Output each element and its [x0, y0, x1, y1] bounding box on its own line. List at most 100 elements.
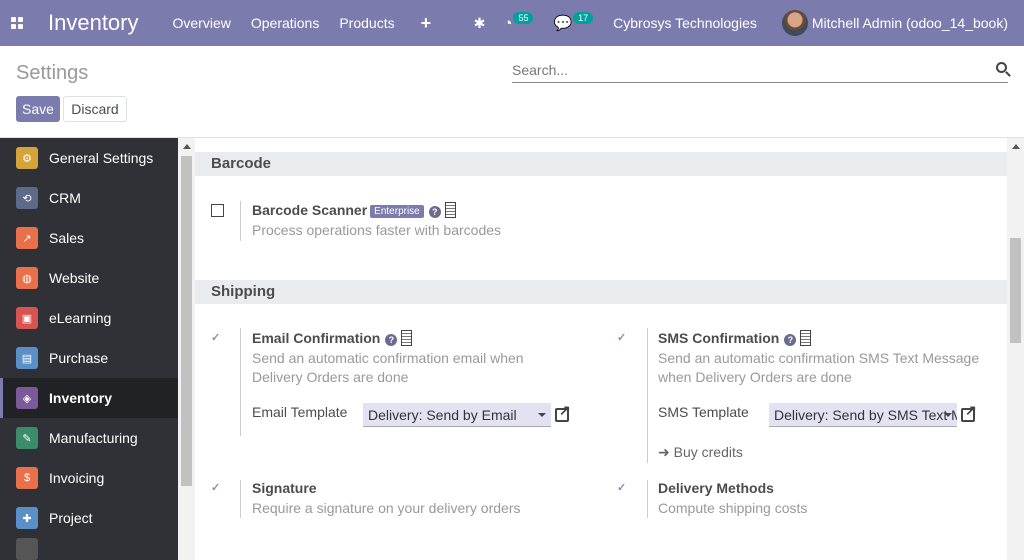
sms-template-select[interactable]: Delivery: Send by SMS Text M [769, 403, 957, 427]
barcode-scanner-checkbox[interactable] [211, 204, 224, 217]
divider [647, 480, 648, 518]
email-template-select[interactable]: Delivery: Send by Email [363, 403, 551, 427]
top-navbar: Inventory Overview Operations Products +… [0, 0, 1024, 46]
signature-description: Require a signature on your delivery ord… [252, 500, 521, 516]
help-icon[interactable]: ? [428, 206, 441, 218]
barcode-scanner-description: Process operations faster with barcodes [252, 222, 502, 238]
search-input[interactable] [512, 59, 982, 81]
sidebar-item-label: Sales [49, 230, 85, 246]
scrollbar-thumb[interactable] [1010, 238, 1021, 343]
email-confirmation-checkbox[interactable]: ✓ [211, 333, 222, 344]
discard-button[interactable]: Discard [63, 96, 127, 122]
page-title: Settings [16, 62, 89, 84]
sidebar-item-label: Project [49, 510, 93, 526]
menu-overview[interactable]: Overview [173, 15, 231, 31]
sidebar-item-purchase[interactable]: ▤ Purchase [0, 338, 178, 378]
email-confirmation-title: Email Confirmation? [252, 330, 413, 346]
user-menu[interactable]: Mitchell Admin (odoo_14_book) [781, 10, 1008, 36]
sidebar-item-inventory[interactable]: ◈ Inventory [0, 378, 178, 418]
sms-confirmation-description: Send an automatic confirmation SMS Text … [658, 350, 980, 385]
sidebar-item-project[interactable]: ✚ Project [0, 498, 178, 538]
app-title[interactable]: Inventory [48, 10, 139, 36]
wrench-icon: ✎ [16, 427, 38, 449]
signature-checkbox[interactable]: ✓ [211, 483, 222, 494]
divider [240, 201, 241, 241]
email-template-label: Email Template [252, 404, 348, 420]
inventory-icon: ◈ [16, 387, 38, 409]
divider [240, 480, 241, 518]
sidebar-item-label: Manufacturing [49, 430, 138, 446]
sidebar-item-label: Purchase [49, 350, 109, 366]
activity-menu[interactable]: ◔ 55 [503, 12, 534, 32]
sidebar-item-label: CRM [49, 190, 81, 206]
sidebar-item-crm[interactable]: ⟲ CRM [0, 178, 178, 218]
clock-icon: ◔ [503, 14, 513, 32]
purchase-icon: ▤ [16, 347, 38, 369]
save-button[interactable]: Save [16, 96, 60, 122]
barcode-scanner-label: Barcode Scanner [252, 202, 368, 218]
sidebar-item-label: General Settings [49, 150, 154, 166]
control-panel: Settings Save Discard [0, 46, 1024, 138]
settings-sidebar: ⚙ General Settings ⟲ CRM ↗ Sales ◍ Website ▣ eLea… [0, 138, 178, 560]
chat-icon: 💬 [553, 15, 573, 32]
sms-template-label: SMS Template [658, 404, 749, 420]
scroll-up-arrow-icon[interactable] [1012, 144, 1020, 149]
company-switcher[interactable]: Cybrosys Technologies [613, 15, 757, 31]
delivery-methods-title: Delivery Methods [658, 480, 774, 496]
app-icon [16, 538, 38, 560]
sidebar-item-elearning[interactable]: ▣ eLearning [0, 298, 178, 338]
plus-icon[interactable]: + [421, 13, 432, 34]
signature-title: Signature [252, 480, 317, 496]
sidebar-item-partial[interactable] [0, 538, 178, 560]
company-building-icon [401, 330, 413, 346]
sidebar-item-label: Website [49, 270, 100, 286]
apps-menu-icon[interactable] [1, 0, 33, 46]
divider [647, 328, 648, 463]
sidebar-item-label: Invoicing [49, 470, 105, 486]
elearning-icon: ▣ [16, 307, 38, 329]
help-icon[interactable]: ? [784, 334, 797, 346]
globe-icon: ◍ [16, 267, 38, 289]
external-link-icon[interactable] [961, 402, 977, 422]
divider [240, 328, 241, 436]
sidebar-item-general-settings[interactable]: ⚙ General Settings [0, 138, 178, 178]
messaging-menu[interactable]: 💬 17 [553, 12, 594, 32]
sms-confirmation-checkbox[interactable]: ✓ [617, 333, 628, 344]
main-menu: Overview Operations Products + [173, 13, 452, 34]
search-bar [512, 59, 1008, 83]
enterprise-badge: Enterprise [370, 205, 424, 218]
delivery-methods-description: Compute shipping costs [658, 500, 808, 516]
chart-icon: ↗ [16, 227, 38, 249]
invoice-icon: $ [16, 467, 38, 489]
settings-content: Barcode Barcode Scanner Enterprise? Proce… [195, 138, 1007, 560]
email-confirmation-label: Email Confirmation [252, 330, 381, 346]
menu-products[interactable]: Products [339, 15, 394, 31]
user-name: Mitchell Admin (odoo_14_book) [811, 15, 1008, 31]
sms-template-value: Delivery: Send by SMS Text M [774, 407, 957, 423]
sidebar-item-invoicing[interactable]: $ Invoicing [0, 458, 178, 498]
sidebar-item-manufacturing[interactable]: ✎ Manufacturing [0, 418, 178, 458]
sms-confirmation-title: SMS Confirmation? [658, 330, 812, 346]
buy-credits-link[interactable]: ➜ Buy credits [658, 444, 743, 461]
help-icon[interactable]: ? [385, 334, 398, 346]
external-link-icon[interactable] [555, 402, 571, 422]
handshake-icon: ⟲ [16, 187, 38, 209]
sidebar-item-website[interactable]: ◍ Website [0, 258, 178, 298]
sidebar-item-sales[interactable]: ↗ Sales [0, 218, 178, 258]
sidebar-scrollbar[interactable] [178, 138, 195, 560]
section-header-barcode: Barcode [195, 152, 1007, 176]
chevron-down-icon [538, 413, 546, 417]
chevron-down-icon [944, 413, 952, 417]
bug-icon[interactable]: ✱ [474, 15, 486, 32]
menu-operations[interactable]: Operations [251, 15, 319, 31]
scroll-up-arrow-icon[interactable] [183, 144, 191, 149]
sidebar-item-label: Inventory [49, 390, 113, 406]
email-confirmation-description: Send an automatic confirmation email whe… [252, 350, 524, 385]
search-icon[interactable] [996, 62, 1007, 73]
activity-count-badge: 55 [513, 12, 534, 24]
buy-credits-label: Buy credits [673, 444, 743, 460]
delivery-methods-checkbox[interactable]: ✓ [617, 483, 628, 494]
arrow-right-icon: ➜ [658, 444, 670, 460]
scrollbar-thumb[interactable] [181, 156, 192, 486]
content-scrollbar[interactable] [1007, 138, 1024, 560]
